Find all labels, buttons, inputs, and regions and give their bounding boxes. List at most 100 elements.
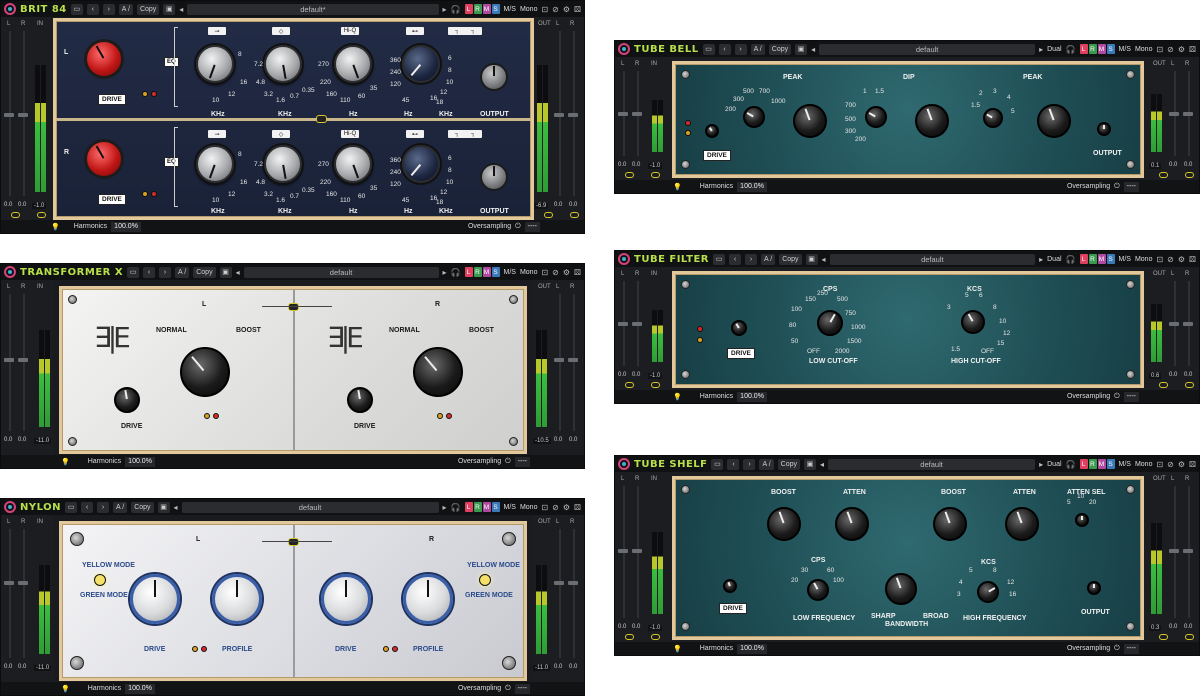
copy-button[interactable]: Copy [777,458,801,470]
band-knob-3[interactable] [334,45,372,83]
mono-button[interactable]: Mono [1135,256,1153,263]
bandwidth-knob[interactable] [885,573,917,605]
lrms-selector[interactable]: LRMS [464,502,500,512]
ab-button[interactable]: A / [175,266,190,278]
circle-logo-icon[interactable] [618,253,630,265]
link-icon[interactable] [1159,382,1168,388]
link-icon[interactable] [11,212,20,218]
filter-type-button[interactable]: ◇ [272,130,290,138]
redo-icon[interactable]: › [734,43,747,55]
power-icon[interactable]: ⏻ [1114,645,1120,653]
preset-selector[interactable]: default [829,253,1036,265]
ab-button[interactable]: A / [761,253,776,265]
power-icon[interactable]: ⏻ [1114,183,1120,191]
redo-icon[interactable]: › [745,253,757,265]
link-icon[interactable] [651,172,660,178]
fader-handle[interactable] [554,113,564,117]
redo-icon[interactable]: › [743,458,756,470]
copy-button[interactable]: Copy [193,266,216,278]
input-fader-right[interactable] [23,529,25,658]
fader-handle[interactable] [1169,112,1179,117]
harmonics-value[interactable]: 100.0% [111,221,141,232]
filter-type-button[interactable]: ⊷ [406,27,424,35]
redo-icon[interactable]: › [102,3,115,15]
arrow-left-icon[interactable]: ◂ [174,503,178,512]
arrow-right-icon[interactable]: ▸ [1039,45,1043,54]
filter-type-button[interactable]: ⊸ [208,130,226,138]
circle-logo-icon[interactable] [4,501,16,513]
dice-icon[interactable]: ⚄ [1189,255,1196,264]
preset-selector[interactable]: default [819,43,1036,55]
link-icon[interactable] [651,634,660,640]
arrow-right-icon[interactable]: ▸ [1039,460,1043,469]
link-icon[interactable] [1159,172,1168,178]
compare-icon[interactable]: ⊡ [541,268,548,277]
fader-handle[interactable] [18,113,28,117]
fader-handle[interactable] [1169,322,1179,327]
lightbulb-icon[interactable]: 💡 [673,393,682,401]
dip-gain-knob[interactable] [915,104,949,138]
fader-handle[interactable] [18,358,28,362]
arrow-right-icon[interactable]: ▸ [443,268,447,277]
oversampling-value[interactable]: ---- [1123,181,1139,192]
output-fader-left[interactable] [559,294,561,431]
arrow-left-icon[interactable]: ◂ [179,5,183,14]
preset-selector[interactable]: default* [187,3,439,15]
folder-icon[interactable]: ▭ [127,266,140,278]
mono-button[interactable]: Mono [520,269,538,276]
lrms-selector[interactable]: LRMS [464,4,500,14]
headphones-icon[interactable]: 🎧 [1066,460,1076,469]
link-icon[interactable] [37,212,46,218]
gear-icon[interactable]: ⚙ [1178,460,1185,469]
gear-icon[interactable]: ⚙ [563,268,570,277]
drive-knob[interactable] [723,579,737,593]
mono-button[interactable]: Mono [520,504,538,511]
gear-icon[interactable]: ⚙ [563,503,570,512]
drive-knob[interactable] [114,387,140,413]
mono-button[interactable]: Mono [1135,461,1153,468]
filter-type-button[interactable]: ┐ [464,130,482,138]
input-fader-left[interactable] [9,294,11,431]
fader-handle[interactable] [1183,112,1193,117]
fader-handle[interactable] [632,112,642,117]
folder-icon[interactable]: ▭ [70,3,83,15]
fader-handle[interactable] [1169,548,1179,553]
dice-icon[interactable]: ⚄ [574,5,581,14]
arrow-right-icon[interactable]: ▸ [1039,255,1043,264]
fader-handle[interactable] [568,358,578,362]
drive-knob[interactable] [84,39,124,79]
fader-handle[interactable] [4,358,14,362]
headphones-icon[interactable]: 🎧 [451,268,461,277]
input-fader-left[interactable] [9,529,11,658]
harmonics-value[interactable]: 100.0% [737,181,767,192]
lightbulb-icon[interactable]: 💡 [673,645,682,653]
dip-freq-knob[interactable] [865,106,887,128]
copy-button[interactable]: Copy [768,43,792,55]
headphones-icon[interactable]: 🎧 [451,503,461,512]
drive-knob[interactable] [84,139,124,179]
fader-handle[interactable] [554,358,564,362]
ab-button[interactable]: A / [113,501,128,513]
copy-button[interactable]: Copy [779,253,802,265]
drive-knob[interactable] [347,387,373,413]
bypass-icon[interactable]: ⊘ [552,5,559,14]
circle-logo-icon[interactable] [4,3,16,15]
input-fader-right[interactable] [23,294,25,431]
arrow-left-icon[interactable]: ◂ [822,255,826,264]
band-knob-4[interactable] [402,45,440,83]
compare-icon[interactable]: ⊡ [1156,255,1163,264]
filter-type-button[interactable]: ⊸ [208,27,226,35]
folder-icon[interactable]: ▭ [65,501,77,513]
undo-icon[interactable]: ‹ [718,43,731,55]
undo-icon[interactable]: ‹ [81,501,93,513]
undo-icon[interactable]: ‹ [143,266,156,278]
low-boost-knob[interactable] [767,507,801,541]
link-icon[interactable] [570,212,579,218]
compare-icon[interactable]: ⊡ [1156,460,1163,469]
mode-knob[interactable] [413,347,463,397]
mode-toggle-led[interactable] [94,574,106,586]
headphones-icon[interactable]: 🎧 [1066,255,1076,264]
mono-button[interactable]: Mono [1135,46,1153,53]
bypass-icon[interactable]: ⊘ [1167,460,1174,469]
band-knob-2[interactable] [264,145,302,183]
